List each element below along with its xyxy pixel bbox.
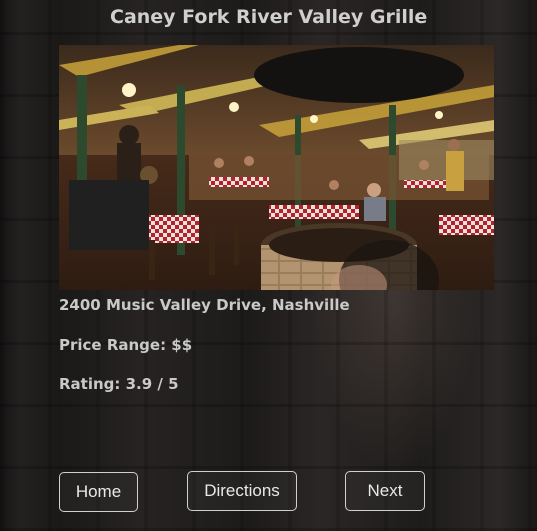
restaurant-address: 2400 Music Valley Drive, Nashville xyxy=(59,296,350,314)
restaurant-photo xyxy=(59,45,494,290)
restaurant-interior-image xyxy=(59,45,494,290)
page-title: Caney Fork River Valley Grille xyxy=(110,6,428,28)
directions-button[interactable]: Directions xyxy=(187,471,297,511)
rating: Rating: 3.9 / 5 xyxy=(59,375,179,393)
price-range: Price Range: $$ xyxy=(59,336,193,354)
next-button[interactable]: Next xyxy=(345,471,425,511)
home-button[interactable]: Home xyxy=(59,472,138,512)
